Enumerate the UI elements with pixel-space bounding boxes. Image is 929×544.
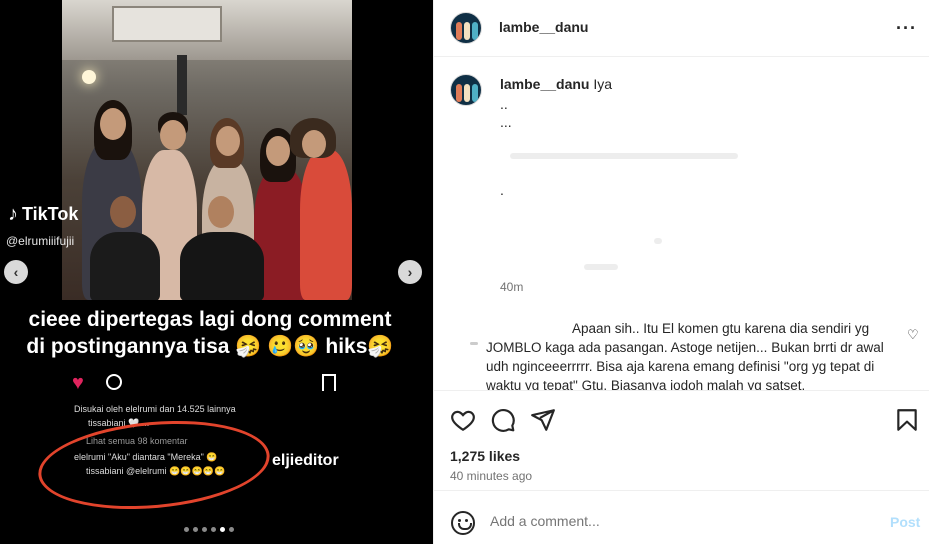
person-7-head xyxy=(208,196,234,228)
blurred-text xyxy=(510,153,738,159)
editor-watermark: eljieditor xyxy=(272,452,339,469)
blurred-text xyxy=(654,238,662,244)
person-5-head xyxy=(302,130,326,158)
more-horizontal-icon[interactable]: ··· xyxy=(896,18,917,39)
bookmark-icon[interactable] xyxy=(894,407,920,433)
share-icon[interactable] xyxy=(530,407,556,433)
header-username[interactable]: lambe__danu xyxy=(499,19,588,35)
ceiling-vent xyxy=(112,6,222,42)
avatar-figure xyxy=(472,84,478,102)
reply-avatar[interactable] xyxy=(470,342,478,345)
comment-icon xyxy=(106,374,122,390)
caption-line: .. xyxy=(500,96,508,112)
caption-text: Iya xyxy=(593,76,613,92)
slide-dot xyxy=(202,527,207,532)
chevron-right-icon: › xyxy=(407,264,413,280)
avatar[interactable] xyxy=(450,12,482,44)
emoji-icon[interactable] xyxy=(451,511,475,535)
post-header: lambe__danu ··· xyxy=(434,0,929,57)
heart-filled-icon: ♥ xyxy=(72,372,84,394)
tiktok-icon: ♪ xyxy=(8,203,18,225)
person-6 xyxy=(90,232,160,300)
avatar-figure xyxy=(456,84,462,102)
avatar-figure xyxy=(464,84,470,102)
embedded-action-bar: ♥ xyxy=(70,372,350,396)
previous-slide-button[interactable]: ‹ xyxy=(4,260,28,284)
person-1-head xyxy=(100,108,126,140)
slide-dot xyxy=(229,527,234,532)
caption-avatar[interactable] xyxy=(450,74,482,106)
avatar-figure xyxy=(472,22,478,40)
posted-time: 40 minutes ago xyxy=(450,469,533,483)
chevron-left-icon: ‹ xyxy=(13,264,19,280)
heart-icon[interactable] xyxy=(450,407,476,433)
tiktok-brand: TikTok xyxy=(22,204,79,224)
caption-time: 40m xyxy=(500,280,524,294)
add-comment-bar: Post xyxy=(434,490,929,544)
bookmark-icon xyxy=(322,374,336,391)
tiktok-username: @elrumiiifujii xyxy=(6,234,75,248)
embedded-liked-by: Disukai oleh elelrumi dan 14.525 lainnya xyxy=(74,404,236,414)
ceiling-lamp xyxy=(82,70,96,84)
reply-comment: Apaan sih.. Itu El komen gtu karena dia … xyxy=(486,319,896,390)
caption: lambe__danu Iya xyxy=(500,75,612,93)
person-6-head xyxy=(110,196,136,228)
person-4-head xyxy=(266,136,290,166)
post-media: ♪ TikTok @elrumiiifujii ‹ › cieee dipert… xyxy=(0,0,433,544)
overlay-caption: cieee dipertegas lagi dong comment di po… xyxy=(26,308,394,358)
avatar-figure xyxy=(456,22,462,40)
blurred-text xyxy=(584,264,618,270)
likes-count[interactable]: 1,275 likes xyxy=(450,448,520,464)
person-2-head xyxy=(160,120,186,150)
person-7 xyxy=(180,232,264,300)
comment-input[interactable] xyxy=(490,513,870,529)
comments-section: lambe__danu Iya .. ... . 40m Apaan sih..… xyxy=(434,58,929,390)
slide-dot xyxy=(184,527,189,532)
slide-dot-active xyxy=(220,527,225,532)
person-5 xyxy=(300,150,352,300)
slide-dot xyxy=(193,527,198,532)
slide-indicator xyxy=(184,527,234,532)
tiktok-watermark: ♪ TikTok xyxy=(8,203,78,226)
highlight-circle xyxy=(34,412,274,518)
avatar-figure xyxy=(464,22,470,40)
group-photo xyxy=(62,0,352,300)
action-bar: 1,275 likes 40 minutes ago xyxy=(434,390,929,490)
caption-line: . xyxy=(500,182,504,198)
reply-text: Apaan sih.. Itu El komen gtu karena dia … xyxy=(486,321,884,390)
caption-line: ... xyxy=(500,114,512,130)
post-details-panel: lambe__danu ··· lambe__danu Iya .. ... .… xyxy=(433,0,929,544)
ceiling-pole xyxy=(177,55,187,115)
slide-dot xyxy=(211,527,216,532)
post-button[interactable]: Post xyxy=(890,514,920,530)
caption-username[interactable]: lambe__danu xyxy=(500,76,589,92)
next-slide-button[interactable]: › xyxy=(398,260,422,284)
person-3-head xyxy=(216,126,240,156)
comment-icon[interactable] xyxy=(490,407,516,433)
like-comment-heart-icon[interactable]: ♡ xyxy=(907,327,919,343)
